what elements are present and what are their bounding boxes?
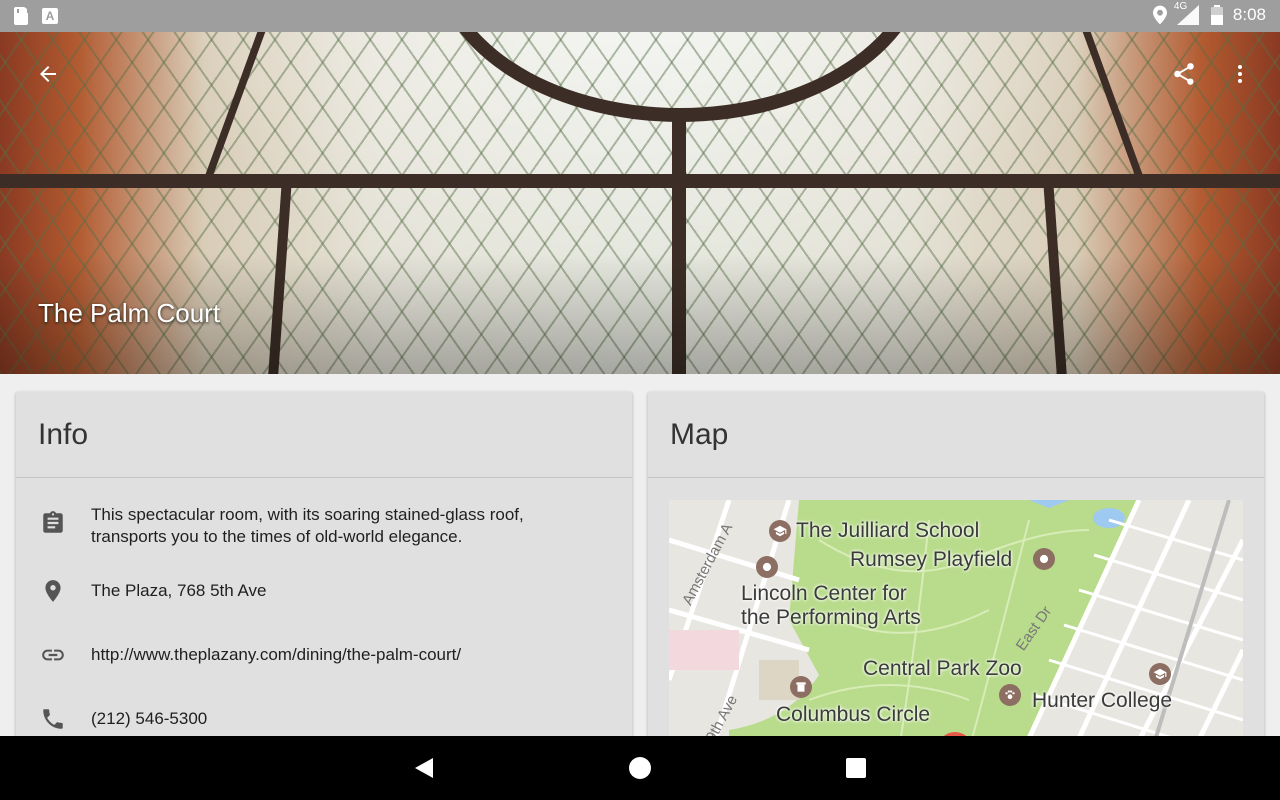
roof-beam	[0, 174, 1280, 188]
theater-poi-icon	[1033, 548, 1055, 570]
map-label-lincoln-center: Lincoln Center for the Performing Arts	[741, 582, 921, 629]
school-poi-icon	[769, 520, 791, 542]
place-icon	[45, 580, 61, 602]
address-text: The Plaza, 768 5th Ave	[91, 581, 267, 600]
description-text: This spectacular room, with its soaring …	[91, 505, 524, 546]
map-label-juilliard: The Juilliard School	[796, 519, 980, 542]
theater-poi-icon	[756, 556, 778, 578]
map-label-columbus-circle: Columbus Circle	[776, 703, 931, 726]
phone-text: (212) 546-5300	[91, 709, 208, 728]
landmark-poi-icon	[790, 676, 812, 698]
nav-recents-button[interactable]	[836, 748, 876, 788]
nav-home-button[interactable]	[620, 748, 660, 788]
recents-square-icon	[846, 758, 866, 778]
map-label-hunter: Hunter College	[1032, 689, 1173, 712]
signal-icon: 4G	[1174, 1, 1201, 25]
home-circle-icon	[629, 757, 651, 779]
info-card-header: Info	[16, 392, 632, 478]
sd-card-icon	[14, 7, 29, 25]
map-label-rumsey: Rumsey Playfield	[850, 548, 1013, 571]
map-card-title: Map	[670, 417, 729, 451]
phone-icon	[43, 709, 63, 729]
map-label-zoo: Central Park Zoo	[863, 657, 1022, 680]
more-options-button[interactable]	[1216, 50, 1264, 98]
clock: 8:08	[1232, 5, 1266, 24]
share-icon	[1174, 63, 1194, 85]
back-arrow-icon	[40, 66, 56, 82]
info-card: Info This spectacular room, with its soa…	[16, 392, 632, 752]
paw-poi-icon	[999, 684, 1021, 706]
navigation-bar	[0, 736, 1280, 800]
place-title: The Palm Court	[38, 298, 221, 328]
nav-back-button[interactable]	[404, 748, 444, 788]
info-card-title: Info	[38, 417, 89, 451]
map-view[interactable]: Amsterdam A East Dr 9th Ave The Juilliar…	[669, 500, 1243, 752]
battery-icon	[1210, 5, 1223, 25]
hero-image: The Palm Court	[0, 32, 1280, 374]
map-card: Map Amsterdam A East Dr 9th Ave The Juil…	[648, 392, 1264, 752]
more-vert-icon	[1238, 65, 1242, 83]
link-icon	[42, 649, 64, 661]
clipboard-icon	[43, 511, 63, 533]
network-type-label: 4G	[1173, 1, 1188, 12]
status-bar: A 4G 8:08	[0, 0, 1280, 32]
a-notification-icon: A	[42, 8, 58, 24]
back-triangle-icon	[415, 758, 433, 778]
back-button[interactable]	[24, 50, 72, 98]
website-link[interactable]: http://www.theplazany.com/dining/the-pal…	[91, 644, 592, 666]
location-icon	[1152, 5, 1167, 25]
share-button[interactable]	[1160, 50, 1208, 98]
school-poi-icon	[1149, 663, 1171, 685]
map-card-header: Map	[648, 392, 1264, 478]
